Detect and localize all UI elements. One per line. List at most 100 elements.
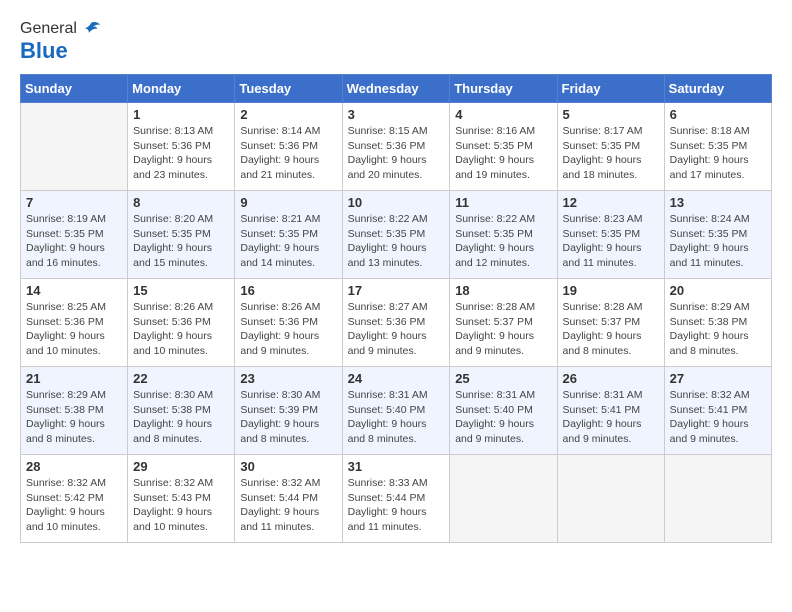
day-header-wednesday: Wednesday [342,75,450,103]
cell-daylight: Daylight: 9 hours and 10 minutes. [133,506,212,533]
day-number: 22 [133,371,229,386]
cell-sunset: Sunset: 5:36 PM [133,140,211,152]
day-header-monday: Monday [128,75,235,103]
cell-sunrise: Sunrise: 8:27 AM [348,301,428,313]
cell-sunset: Sunset: 5:44 PM [348,492,426,504]
calendar-cell: 14 Sunrise: 8:25 AM Sunset: 5:36 PM Dayl… [21,279,128,367]
day-header-friday: Friday [557,75,664,103]
day-number: 14 [26,283,122,298]
cell-sunrise: Sunrise: 8:29 AM [670,301,750,313]
cell-sunrise: Sunrise: 8:25 AM [26,301,106,313]
cell-daylight: Daylight: 9 hours and 13 minutes. [348,242,427,269]
cell-sunset: Sunset: 5:35 PM [348,228,426,240]
day-header-thursday: Thursday [450,75,557,103]
cell-daylight: Daylight: 9 hours and 9 minutes. [670,418,749,445]
cell-sunrise: Sunrise: 8:26 AM [133,301,213,313]
calendar-cell: 15 Sunrise: 8:26 AM Sunset: 5:36 PM Dayl… [128,279,235,367]
cell-sunset: Sunset: 5:35 PM [670,228,748,240]
day-number: 7 [26,195,122,210]
cell-sunrise: Sunrise: 8:21 AM [240,213,320,225]
day-number: 19 [563,283,659,298]
cell-sunrise: Sunrise: 8:31 AM [455,389,535,401]
cell-sunrise: Sunrise: 8:32 AM [26,477,106,489]
day-number: 3 [348,107,445,122]
cell-daylight: Daylight: 9 hours and 10 minutes. [26,506,105,533]
cell-sunset: Sunset: 5:39 PM [240,404,318,416]
day-number: 2 [240,107,336,122]
cell-sunset: Sunset: 5:35 PM [563,228,641,240]
cell-daylight: Daylight: 9 hours and 17 minutes. [670,154,749,181]
cell-sunrise: Sunrise: 8:20 AM [133,213,213,225]
calendar-cell: 8 Sunrise: 8:20 AM Sunset: 5:35 PM Dayli… [128,191,235,279]
calendar-cell: 3 Sunrise: 8:15 AM Sunset: 5:36 PM Dayli… [342,103,450,191]
cell-daylight: Daylight: 9 hours and 9 minutes. [455,418,534,445]
calendar-cell: 9 Sunrise: 8:21 AM Sunset: 5:35 PM Dayli… [235,191,342,279]
calendar-cell: 22 Sunrise: 8:30 AM Sunset: 5:38 PM Dayl… [128,367,235,455]
calendar-cell: 11 Sunrise: 8:22 AM Sunset: 5:35 PM Dayl… [450,191,557,279]
day-number: 12 [563,195,659,210]
cell-sunrise: Sunrise: 8:30 AM [133,389,213,401]
cell-daylight: Daylight: 9 hours and 21 minutes. [240,154,319,181]
logo-blue-text: Blue [20,38,68,64]
cell-sunset: Sunset: 5:36 PM [240,316,318,328]
day-number: 5 [563,107,659,122]
cell-sunset: Sunset: 5:36 PM [26,316,104,328]
cell-sunset: Sunset: 5:38 PM [133,404,211,416]
cell-sunrise: Sunrise: 8:24 AM [670,213,750,225]
calendar-week-row: 1 Sunrise: 8:13 AM Sunset: 5:36 PM Dayli… [21,103,772,191]
page-header: General Blue [20,20,772,64]
day-number: 18 [455,283,551,298]
cell-sunset: Sunset: 5:43 PM [133,492,211,504]
cell-daylight: Daylight: 9 hours and 11 minutes. [348,506,427,533]
cell-sunset: Sunset: 5:35 PM [26,228,104,240]
day-number: 26 [563,371,659,386]
cell-sunrise: Sunrise: 8:33 AM [348,477,428,489]
day-number: 16 [240,283,336,298]
calendar-cell: 13 Sunrise: 8:24 AM Sunset: 5:35 PM Dayl… [664,191,771,279]
day-header-saturday: Saturday [664,75,771,103]
calendar-cell [21,103,128,191]
cell-daylight: Daylight: 9 hours and 15 minutes. [133,242,212,269]
calendar-cell [664,455,771,543]
cell-sunset: Sunset: 5:37 PM [455,316,533,328]
calendar-header-row: SundayMondayTuesdayWednesdayThursdayFrid… [21,75,772,103]
calendar-cell: 20 Sunrise: 8:29 AM Sunset: 5:38 PM Dayl… [664,279,771,367]
cell-daylight: Daylight: 9 hours and 9 minutes. [455,330,534,357]
cell-sunset: Sunset: 5:35 PM [240,228,318,240]
calendar-cell: 29 Sunrise: 8:32 AM Sunset: 5:43 PM Dayl… [128,455,235,543]
calendar-cell: 30 Sunrise: 8:32 AM Sunset: 5:44 PM Dayl… [235,455,342,543]
cell-daylight: Daylight: 9 hours and 8 minutes. [26,418,105,445]
day-number: 31 [348,459,445,474]
logo: General Blue [20,20,101,64]
cell-daylight: Daylight: 9 hours and 11 minutes. [563,242,642,269]
cell-daylight: Daylight: 9 hours and 10 minutes. [26,330,105,357]
cell-sunset: Sunset: 5:35 PM [455,228,533,240]
cell-daylight: Daylight: 9 hours and 16 minutes. [26,242,105,269]
cell-sunrise: Sunrise: 8:14 AM [240,125,320,137]
calendar-cell: 27 Sunrise: 8:32 AM Sunset: 5:41 PM Dayl… [664,367,771,455]
day-number: 10 [348,195,445,210]
cell-daylight: Daylight: 9 hours and 10 minutes. [133,330,212,357]
cell-sunrise: Sunrise: 8:32 AM [670,389,750,401]
cell-daylight: Daylight: 9 hours and 11 minutes. [670,242,749,269]
cell-sunset: Sunset: 5:38 PM [26,404,104,416]
cell-daylight: Daylight: 9 hours and 14 minutes. [240,242,319,269]
calendar-cell: 24 Sunrise: 8:31 AM Sunset: 5:40 PM Dayl… [342,367,450,455]
calendar-cell: 31 Sunrise: 8:33 AM Sunset: 5:44 PM Dayl… [342,455,450,543]
cell-sunset: Sunset: 5:36 PM [348,140,426,152]
calendar-cell: 26 Sunrise: 8:31 AM Sunset: 5:41 PM Dayl… [557,367,664,455]
cell-sunset: Sunset: 5:36 PM [133,316,211,328]
calendar-cell: 2 Sunrise: 8:14 AM Sunset: 5:36 PM Dayli… [235,103,342,191]
calendar-cell: 18 Sunrise: 8:28 AM Sunset: 5:37 PM Dayl… [450,279,557,367]
day-number: 29 [133,459,229,474]
cell-daylight: Daylight: 9 hours and 11 minutes. [240,506,319,533]
day-number: 17 [348,283,445,298]
calendar-cell: 19 Sunrise: 8:28 AM Sunset: 5:37 PM Dayl… [557,279,664,367]
cell-sunset: Sunset: 5:35 PM [670,140,748,152]
cell-sunrise: Sunrise: 8:16 AM [455,125,535,137]
calendar-table: SundayMondayTuesdayWednesdayThursdayFrid… [20,74,772,543]
day-number: 30 [240,459,336,474]
cell-daylight: Daylight: 9 hours and 23 minutes. [133,154,212,181]
cell-sunrise: Sunrise: 8:31 AM [563,389,643,401]
cell-sunrise: Sunrise: 8:13 AM [133,125,213,137]
